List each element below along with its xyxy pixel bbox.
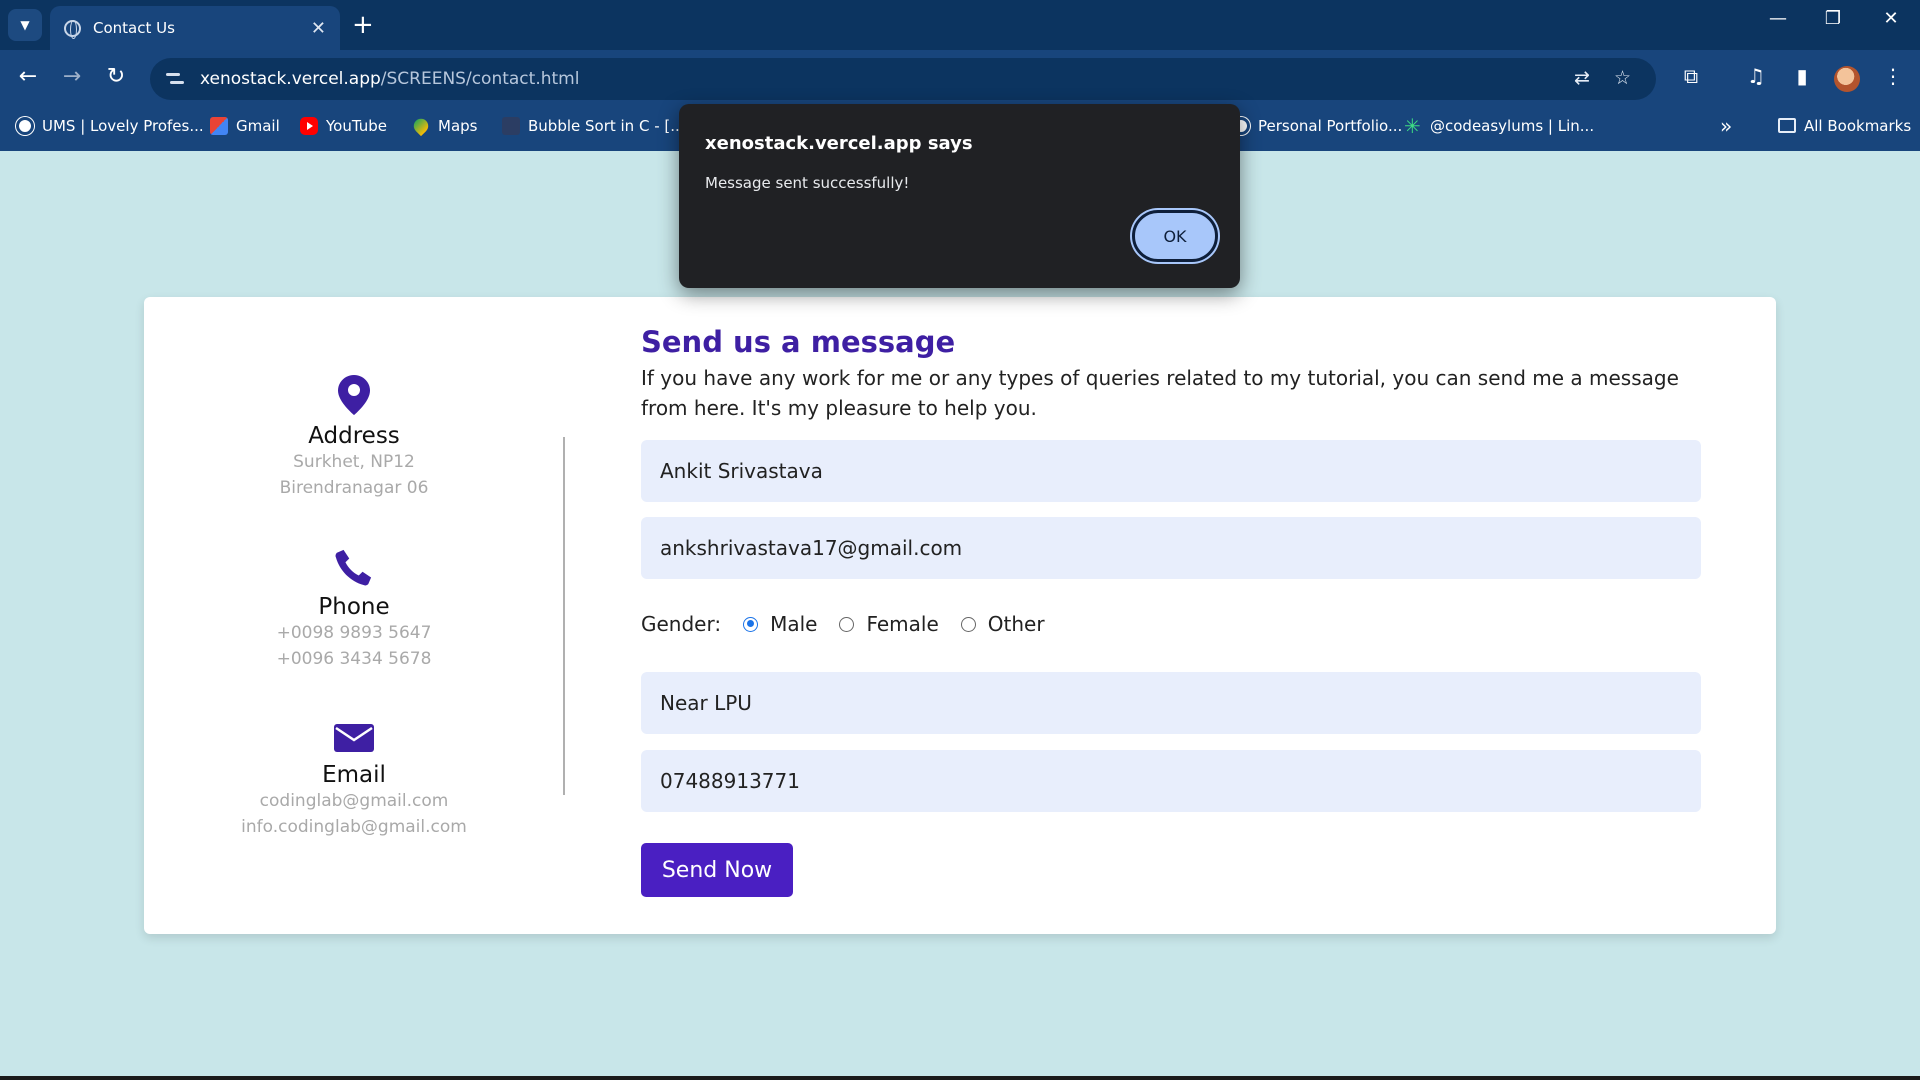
email-title: Email: [322, 762, 386, 788]
tab-close-icon[interactable]: ✕: [311, 18, 326, 39]
address-line-1: Surkhet, NP12: [293, 452, 415, 472]
dialog-title: xenostack.vercel.app says: [705, 133, 973, 154]
maps-icon: [410, 115, 432, 136]
star-icon: ✳: [1404, 113, 1421, 138]
bookmark-maps[interactable]: Maps: [410, 108, 478, 143]
bookmark-bubble-sort[interactable]: Bubble Sort in C - [...: [502, 108, 685, 143]
address-bar[interactable]: xenostack.vercel.app/SCREENS/contact.htm…: [150, 58, 1656, 100]
email-block: Email codinglab@gmail.com info.codinglab…: [144, 722, 564, 840]
gender-female-radio[interactable]: [839, 616, 855, 632]
email-line-1: codinglab@gmail.com: [259, 791, 449, 811]
bookmark-youtube[interactable]: YouTube: [300, 108, 387, 143]
contact-card: Address Surkhet, NP12 Birendranagar 06 P…: [144, 297, 1776, 934]
globe-icon: [64, 19, 81, 39]
bookmark-portfolio[interactable]: Personal Portfolio...: [1232, 108, 1402, 143]
profile-avatar[interactable]: [1834, 66, 1860, 92]
envelope-icon: [334, 724, 374, 752]
phone-icon: [335, 549, 372, 586]
youtube-icon: [300, 116, 318, 135]
bookmark-label: YouTube: [326, 116, 387, 135]
tab-contact-us[interactable]: Contact Us ✕: [50, 6, 340, 50]
bookmark-star-icon[interactable]: ☆: [1614, 67, 1631, 89]
address-line-2: Birendranagar 06: [279, 478, 429, 498]
alert-dialog: xenostack.vercel.app says Message sent s…: [679, 104, 1240, 288]
bookmark-label: Personal Portfolio...: [1258, 116, 1403, 135]
phone-title: Phone: [318, 594, 390, 620]
address-title: Address: [308, 423, 400, 449]
name-input[interactable]: Ankit Srivastava: [641, 440, 1701, 502]
gender-other-label[interactable]: Other: [988, 612, 1045, 636]
map-pin-icon: [338, 375, 370, 415]
gender-label: Gender:: [641, 612, 722, 636]
extensions-icon[interactable]: ⧉: [1676, 64, 1706, 88]
media-controls-icon[interactable]: ♫: [1741, 64, 1771, 88]
gender-group: Gender: Male Female Other: [641, 612, 1045, 636]
email-input[interactable]: ankshrivastava17@gmail.com: [641, 517, 1701, 579]
browser-toolbar: ← → ↻ xenostack.vercel.app/SCREENS/conta…: [0, 50, 1920, 108]
gender-female-label[interactable]: Female: [866, 612, 938, 636]
translate-icon[interactable]: ⇄: [1574, 67, 1590, 89]
close-window-button[interactable]: ✕: [1871, 8, 1911, 29]
url-path: /SCREENS/contact.html: [380, 69, 580, 89]
reload-icon: ↻: [106, 64, 126, 89]
bookmark-label: UMS | Lovely Profes...: [42, 116, 204, 135]
menu-icon[interactable]: ⋮: [1878, 64, 1908, 88]
address-block: Address Surkhet, NP12 Birendranagar 06: [144, 375, 564, 501]
reload-button[interactable]: ↻: [100, 64, 132, 89]
gender-male-radio[interactable]: [743, 616, 759, 632]
folder-icon: [1778, 118, 1796, 133]
site-info-icon[interactable]: [166, 71, 186, 87]
new-tab-button[interactable]: +: [352, 10, 374, 40]
form-title: Send us a message: [641, 325, 956, 359]
bookmark-label: @codeasylums | Lin...: [1430, 116, 1595, 135]
all-bookmarks-button[interactable]: All Bookmarks: [1778, 108, 1911, 143]
side-panel-icon[interactable]: ▮: [1787, 64, 1817, 88]
bookmark-label: Gmail: [236, 116, 280, 135]
chevron-down-icon: ▼: [20, 18, 30, 32]
more-bookmarks-button[interactable]: »: [1720, 108, 1732, 143]
phone-line-2: +0096 3434 5678: [276, 649, 432, 669]
phone-line-1: +0098 9893 5647: [276, 623, 432, 643]
taskbar-edge: [0, 1076, 1920, 1080]
bookmark-label: Bubble Sort in C - [...: [528, 116, 685, 135]
tab-title: Contact Us: [93, 19, 175, 37]
globe-icon: [16, 116, 34, 135]
gender-other-radio[interactable]: [960, 616, 976, 632]
form-description: If you have any work for me or any types…: [641, 366, 1679, 420]
all-bookmarks-label: All Bookmarks: [1804, 116, 1912, 135]
vertical-divider: [563, 437, 565, 795]
arrow-left-icon: ←: [18, 64, 38, 89]
contact-info-panel: Address Surkhet, NP12 Birendranagar 06 P…: [144, 297, 564, 934]
address-input[interactable]: Near LPU: [641, 672, 1701, 734]
tab-search-button[interactable]: ▼: [8, 9, 42, 41]
browser-tab-strip: ▼ Contact Us ✕ + — ❐ ✕: [0, 0, 1920, 50]
dialog-message: Message sent successfully!: [705, 174, 910, 192]
forward-button[interactable]: →: [56, 64, 88, 89]
phone-block: Phone +0098 9893 5647 +0096 3434 5678: [144, 548, 564, 672]
phone-input[interactable]: 07488913771: [641, 750, 1701, 812]
bookmark-codeasylums[interactable]: ✳ @codeasylums | Lin...: [1404, 108, 1594, 143]
bookmark-gmail[interactable]: Gmail: [210, 108, 280, 143]
url-host: xenostack.vercel.app: [200, 69, 381, 89]
restore-button[interactable]: ❐: [1813, 8, 1853, 29]
code-icon: [502, 116, 520, 135]
bookmark-ums[interactable]: UMS | Lovely Profes...: [16, 108, 204, 143]
send-now-button[interactable]: Send Now: [641, 843, 793, 897]
bookmark-label: Maps: [438, 116, 478, 135]
gender-male-label[interactable]: Male: [770, 612, 817, 636]
minimize-button[interactable]: —: [1758, 8, 1798, 29]
back-button[interactable]: ←: [12, 64, 44, 89]
arrow-right-icon: →: [62, 64, 82, 89]
gmail-icon: [210, 116, 228, 135]
email-line-2: info.codinglab@gmail.com: [241, 817, 467, 837]
dialog-ok-button[interactable]: OK: [1132, 210, 1218, 262]
